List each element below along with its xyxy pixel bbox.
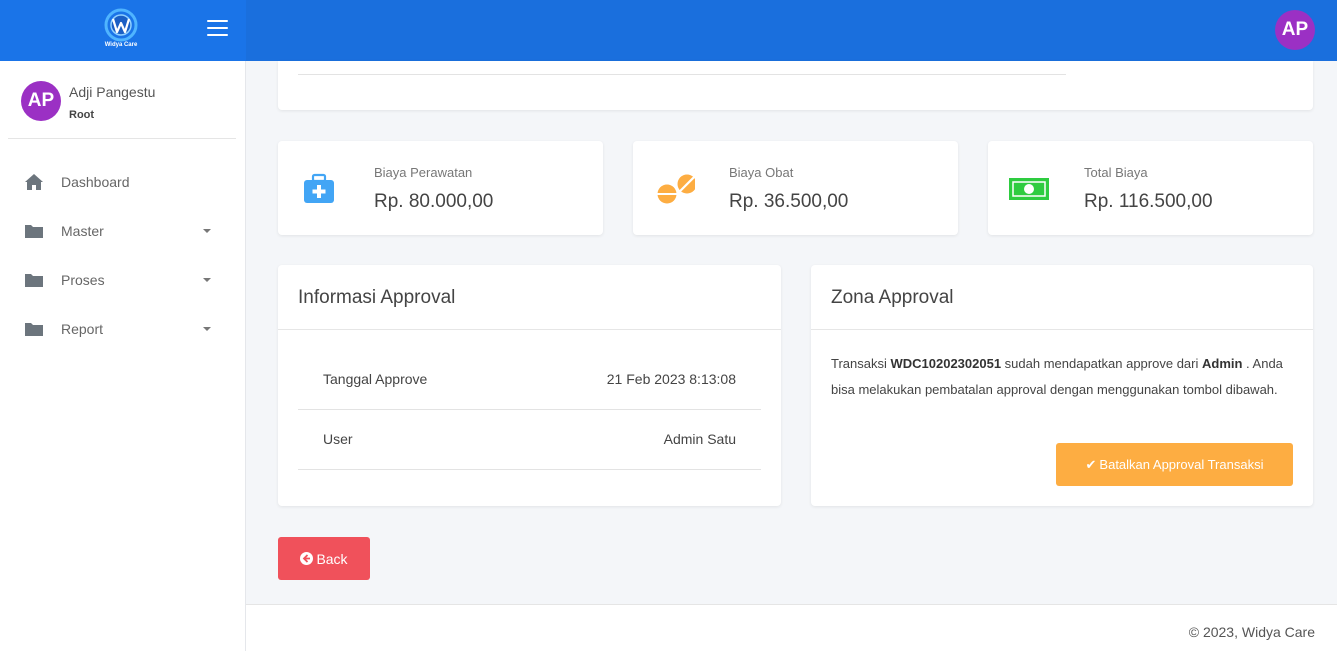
folder-icon: [25, 274, 43, 287]
home-icon: [25, 174, 43, 190]
top-user-avatar[interactable]: AP: [1275, 10, 1315, 50]
detail-card: [278, 61, 1313, 110]
row-label: User: [323, 431, 353, 447]
divider: [811, 329, 1313, 330]
sidebar-item-label: Master: [61, 223, 104, 239]
approver-name: Admin: [1201, 356, 1243, 371]
chevron-down-icon: [203, 327, 211, 331]
menu-toggle-icon[interactable]: [207, 20, 228, 38]
message-middle: sudah mendapatkan approve dari: [1001, 356, 1202, 371]
user-panel: AP Adji Pangestu Root: [8, 61, 236, 139]
back-button[interactable]: Back: [278, 537, 370, 580]
user-name[interactable]: Adji Pangestu: [69, 84, 155, 100]
message-prefix: Transaksi: [831, 356, 891, 371]
back-label: Back: [316, 550, 348, 567]
stat-card-total-biaya: Total Biaya Rp. 116.500,00: [988, 141, 1313, 235]
stat-label: Biaya Obat: [729, 165, 794, 180]
transaction-id: WDC10202302051: [890, 356, 1002, 371]
stat-card-biaya-obat: Biaya Obat Rp. 36.500,00: [633, 141, 958, 235]
sidebar-item-label: Dashboard: [61, 174, 130, 190]
pills-icon: [657, 174, 695, 204]
table-row: Tanggal Approve 21 Feb 2023 8:13:08: [298, 350, 761, 410]
stat-value: Rp. 80.000,00: [374, 191, 494, 212]
sidebar-item-master[interactable]: Master: [0, 211, 246, 251]
arrow-left-icon: [300, 552, 314, 565]
sidebar: AP Adji Pangestu Root Dashboard Master P…: [0, 61, 246, 651]
cancel-approval-button[interactable]: ✔ Batalkan Approval Transaksi: [1056, 443, 1293, 486]
stat-value: Rp. 36.500,00: [729, 191, 849, 212]
chevron-down-icon: [203, 229, 211, 233]
panel-title: Zona Approval: [831, 287, 954, 308]
sidebar-item-dashboard[interactable]: Dashboard: [0, 162, 246, 202]
sidebar-item-label: Proses: [61, 272, 105, 288]
stat-card-biaya-perawatan: Biaya Perawatan Rp. 80.000,00: [278, 141, 603, 235]
sidebar-item-report[interactable]: Report: [0, 309, 246, 349]
cancel-approval-label: Batalkan Approval Transaksi: [1099, 457, 1264, 472]
info-approval-panel: Informasi Approval Tanggal Approve 21 Fe…: [278, 265, 781, 506]
user-role: Root: [69, 109, 95, 121]
sidebar-item-proses[interactable]: Proses: [0, 260, 246, 300]
folder-icon: [25, 225, 43, 238]
footer: © 2023, Widya Care: [246, 604, 1337, 651]
avatar: AP: [21, 81, 61, 121]
stat-label: Biaya Perawatan: [374, 165, 473, 180]
check-icon: ✔: [1085, 456, 1097, 472]
divider: [298, 74, 1066, 75]
approval-message: Transaksi WDC10202302051 sudah mendapatk…: [831, 351, 1291, 402]
chevron-down-icon: [203, 278, 211, 282]
row-value: 21 Feb 2023 8:13:08: [606, 371, 736, 387]
row-value: Admin Satu: [663, 431, 736, 447]
row-label: Tanggal Approve: [323, 371, 428, 387]
divider: [278, 329, 781, 330]
stat-label: Total Biaya: [1084, 165, 1148, 180]
brand-name: Widya Care: [104, 42, 138, 48]
brand-area: Widya Care: [0, 0, 246, 61]
money-bill-icon: [1009, 178, 1049, 200]
table-row: User Admin Satu: [298, 410, 761, 470]
sidebar-item-label: Report: [61, 321, 104, 337]
panel-title: Informasi Approval: [298, 287, 456, 308]
copyright-text: © 2023, Widya Care: [1188, 624, 1315, 640]
medkit-icon: [304, 173, 334, 203]
folder-icon: [25, 323, 43, 336]
stat-value: Rp. 116.500,00: [1084, 191, 1213, 212]
